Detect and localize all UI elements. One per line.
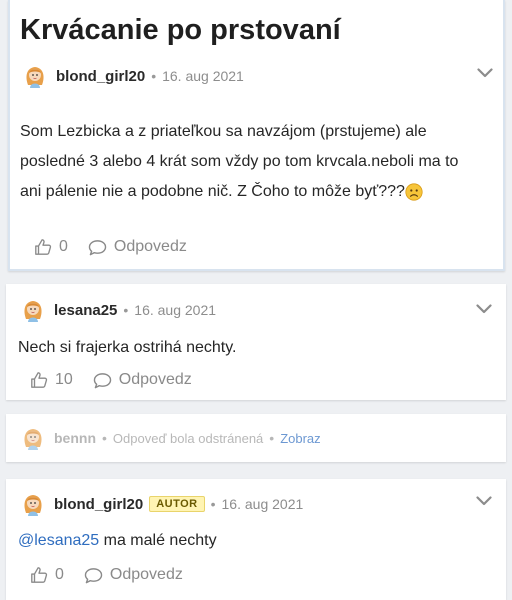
comment-date: 16. aug 2021: [221, 496, 304, 512]
user-mention-link[interactable]: @lesana25: [18, 532, 99, 549]
chevron-down-icon[interactable]: [476, 495, 492, 507]
author-name[interactable]: blond_girl20: [56, 68, 145, 85]
comment-meta: bennn • Odpoveď bola odstránená • Zobraz: [20, 425, 321, 451]
separator: •: [151, 68, 157, 84]
reply-label: Odpovedz: [113, 238, 187, 255]
reply-button[interactable]: Odpovedz: [88, 238, 187, 256]
chevron-down-icon[interactable]: [476, 303, 492, 315]
post-body-line: posledné 3 alebo 4 krát som vždy po tom …: [20, 153, 459, 170]
reply-label: Odpovedz: [118, 371, 192, 388]
separator: •: [269, 430, 275, 446]
avatar-icon[interactable]: [22, 63, 48, 89]
speech-bubble-icon: [93, 372, 112, 389]
thumbs-up-icon: [34, 238, 52, 256]
page-title: Krvácanie po prstovaní: [20, 14, 341, 46]
worried-face-icon: [405, 183, 423, 201]
comment-text: Nech si frajerka ostrihá nechty.: [18, 339, 237, 356]
comment-date: 16. aug 2021: [134, 302, 217, 318]
comment-meta: blond_girl20 AUTOR • 16. aug 2021: [20, 491, 303, 517]
like-button[interactable]: 0: [30, 566, 64, 584]
post-actions: 0 Odpovedz: [34, 238, 187, 256]
thumbs-up-icon: [30, 566, 48, 584]
comment-text-rest: ma malé nechty: [99, 532, 217, 549]
separator: •: [123, 302, 129, 318]
separator: •: [102, 430, 107, 446]
reply-label: Odpovedz: [109, 566, 183, 583]
post-body: Som Lezbicka a z priateľkou sa navzájom …: [20, 117, 458, 207]
separator: •: [210, 496, 216, 512]
removed-comment-card: bennn • Odpoveď bola odstránená • Zobraz: [6, 414, 506, 462]
question-card: Krvácanie po prstovaní blond_girl20 • 16…: [8, 0, 505, 271]
author-badge: AUTOR: [149, 496, 205, 512]
author-name[interactable]: lesana25: [54, 302, 117, 319]
show-removed-link[interactable]: Zobraz: [280, 431, 320, 446]
comment-card: lesana25 • 16. aug 2021 Nech si frajerka…: [6, 284, 506, 400]
post-meta: blond_girl20 • 16. aug 2021: [22, 63, 244, 89]
like-count: 0: [59, 238, 68, 255]
speech-bubble-icon: [88, 239, 107, 256]
comment-actions: 10 Odpovedz: [30, 371, 192, 389]
post-date: 16. aug 2021: [162, 68, 244, 84]
avatar-icon[interactable]: [20, 491, 46, 517]
comment-text: @lesana25 ma malé nechty: [18, 526, 217, 556]
author-name: bennn: [54, 430, 96, 446]
like-button[interactable]: 10: [30, 371, 73, 389]
like-button[interactable]: 0: [34, 238, 68, 256]
like-count: 10: [55, 371, 73, 388]
post-body-line: Som Lezbicka a z priateľkou sa navzájom …: [20, 123, 427, 140]
speech-bubble-icon: [84, 567, 103, 584]
thumbs-up-icon: [30, 371, 48, 389]
like-count: 0: [55, 566, 64, 583]
reply-button[interactable]: Odpovedz: [93, 371, 192, 389]
author-name[interactable]: blond_girl20: [54, 496, 143, 513]
comment-actions: 0 Odpovedz: [30, 566, 183, 584]
avatar-icon[interactable]: [20, 297, 46, 323]
comment-card: blond_girl20 AUTOR • 16. aug 2021 @lesan…: [6, 479, 506, 600]
post-body-line: ani pálenie nie a podobne nič. Z Čoho to…: [20, 177, 458, 207]
chevron-down-icon[interactable]: [477, 67, 493, 79]
removed-notice: Odpoveď bola odstránená: [112, 430, 264, 446]
reply-button[interactable]: Odpovedz: [84, 566, 183, 584]
comment-meta: lesana25 • 16. aug 2021: [20, 297, 216, 323]
avatar-icon: [20, 425, 46, 451]
